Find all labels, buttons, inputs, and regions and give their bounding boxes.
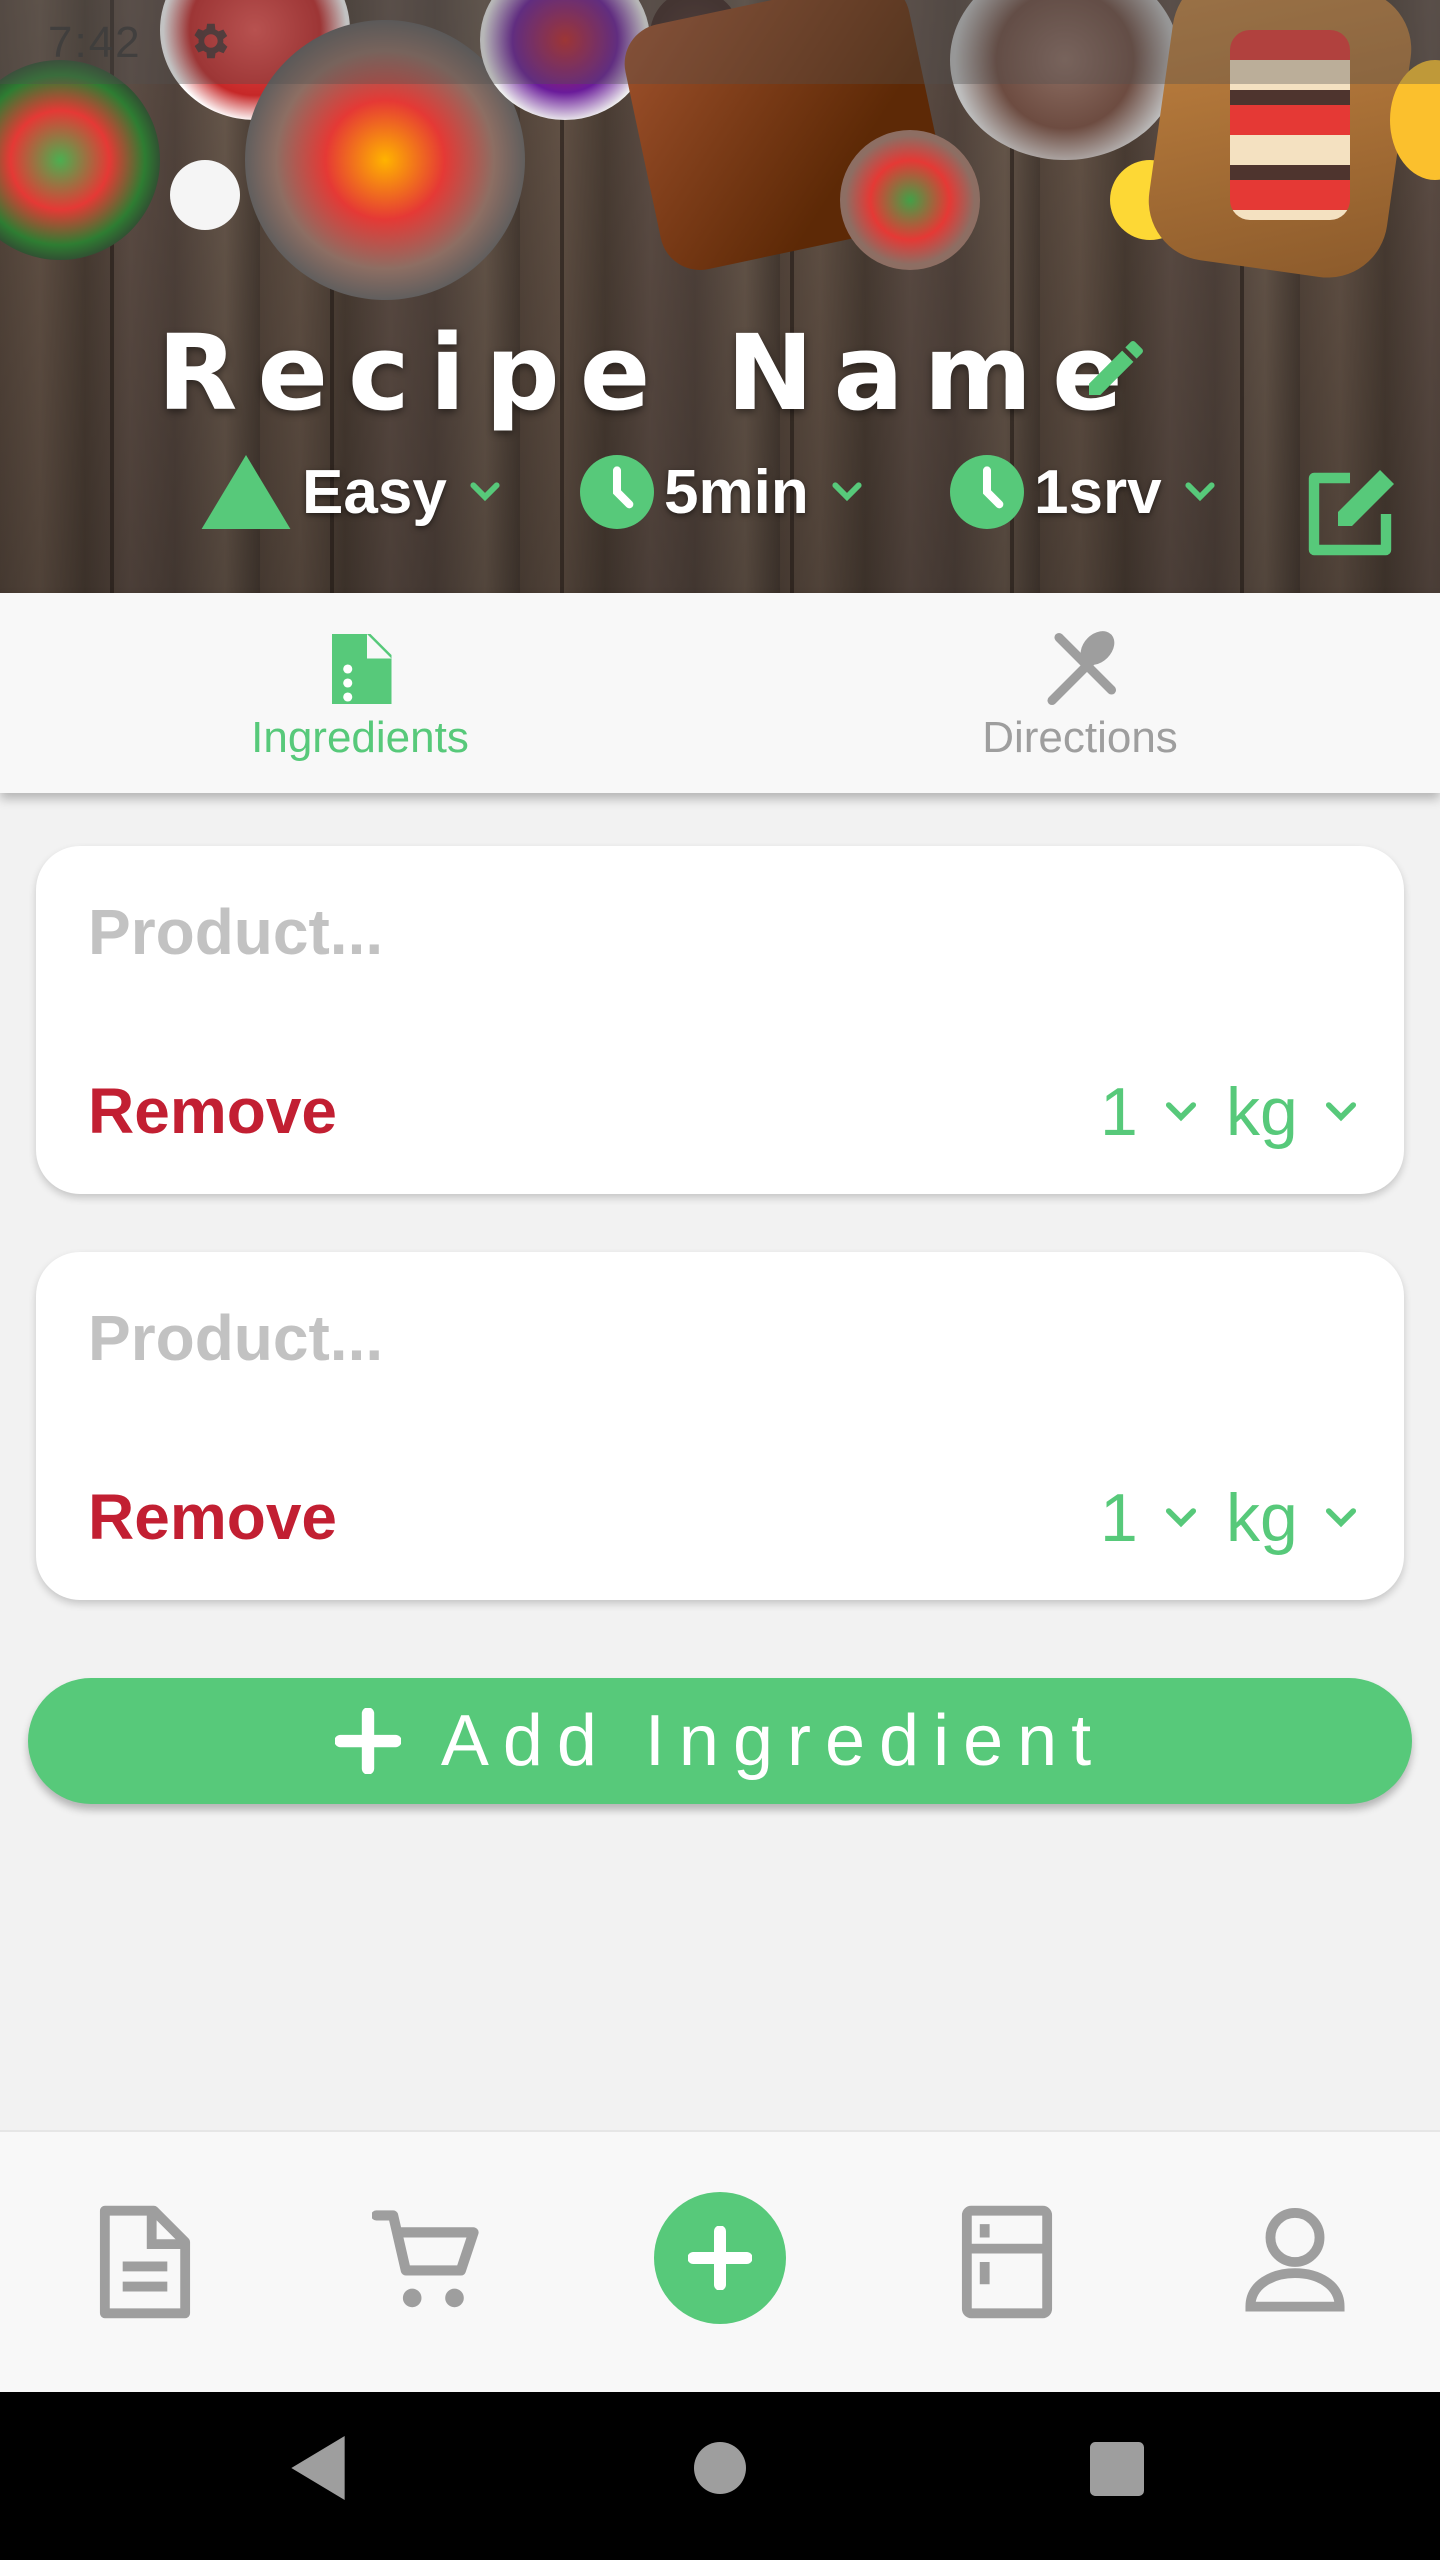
edit-square-icon[interactable]	[1302, 462, 1406, 558]
status-bar: 7:42	[0, 0, 1440, 84]
chevron-down-icon	[1325, 1508, 1356, 1528]
plus-icon	[334, 1708, 401, 1774]
salad-cup-image	[840, 130, 980, 270]
chevron-down-icon	[832, 482, 862, 502]
ingredient-card: Remove 1 kg	[36, 846, 1404, 1194]
settings-icon	[194, 23, 228, 59]
pencil-icon[interactable]	[1080, 332, 1152, 404]
salad-bowl-image	[0, 60, 160, 260]
recents-icon[interactable]	[1090, 2442, 1144, 2496]
product-input[interactable]	[88, 1298, 988, 1378]
difficulty-value: Easy	[302, 457, 447, 527]
chevron-down-icon	[1165, 1508, 1196, 1528]
document-icon	[332, 634, 392, 704]
system-navigation-bar	[0, 2392, 1440, 2560]
unit-selector[interactable]: kg	[1226, 1478, 1362, 1558]
tab-ingredients[interactable]: Ingredients	[0, 593, 720, 793]
ingredient-card: Remove 1 kg	[36, 1252, 1404, 1600]
unit-value: kg	[1226, 1480, 1298, 1556]
mountain-icon	[201, 455, 291, 529]
servings-value: 1srv	[1034, 457, 1162, 527]
unit-value: kg	[1226, 1074, 1298, 1150]
bottom-navigation	[0, 2130, 1440, 2392]
cart-icon[interactable]	[372, 2204, 482, 2320]
fridge-icon[interactable]	[952, 2204, 1062, 2320]
recipes-icon[interactable]	[90, 2204, 200, 2320]
difficulty-selector[interactable]: Easy	[198, 452, 505, 532]
remove-button[interactable]: Remove	[88, 1480, 337, 1554]
home-icon[interactable]	[694, 2442, 746, 2494]
status-time: 7:42	[48, 18, 142, 67]
add-recipe-button[interactable]	[654, 2192, 786, 2324]
clock-icon	[580, 455, 654, 529]
tab-directions[interactable]: Directions	[720, 593, 1440, 793]
profile-icon[interactable]	[1240, 2204, 1350, 2320]
product-input[interactable]	[88, 892, 988, 972]
recipe-header: 7:42 Recipe Name Easy 5min 1srv	[0, 0, 1440, 593]
back-icon[interactable]	[290, 2436, 346, 2500]
tab-label: Ingredients	[251, 713, 469, 762]
tab-label: Directions	[982, 713, 1178, 762]
quantity-value: 1	[1100, 1480, 1138, 1556]
unit-selector[interactable]: kg	[1226, 1072, 1362, 1152]
quantity-value: 1	[1100, 1074, 1138, 1150]
plus-icon	[688, 2226, 752, 2290]
quantity-selector[interactable]: 1	[1100, 1478, 1202, 1558]
chevron-down-icon	[470, 482, 500, 502]
add-ingredient-button[interactable]: Add Ingredient	[28, 1678, 1412, 1804]
utensils-icon	[1047, 631, 1117, 706]
quantity-selector[interactable]: 1	[1100, 1072, 1202, 1152]
milk-glass-image	[170, 160, 240, 230]
remove-button[interactable]: Remove	[88, 1074, 337, 1148]
servings-selector[interactable]: 1srv	[950, 452, 1220, 532]
chevron-down-icon	[1184, 482, 1215, 502]
time-value: 5min	[664, 457, 809, 527]
clock-icon	[950, 455, 1024, 529]
add-ingredient-label: Add Ingredient	[440, 1701, 1106, 1781]
tab-bar: Ingredients Directions	[0, 593, 1440, 793]
time-selector[interactable]: 5min	[580, 452, 867, 532]
chevron-down-icon	[1165, 1102, 1196, 1122]
chevron-down-icon	[1325, 1102, 1356, 1122]
